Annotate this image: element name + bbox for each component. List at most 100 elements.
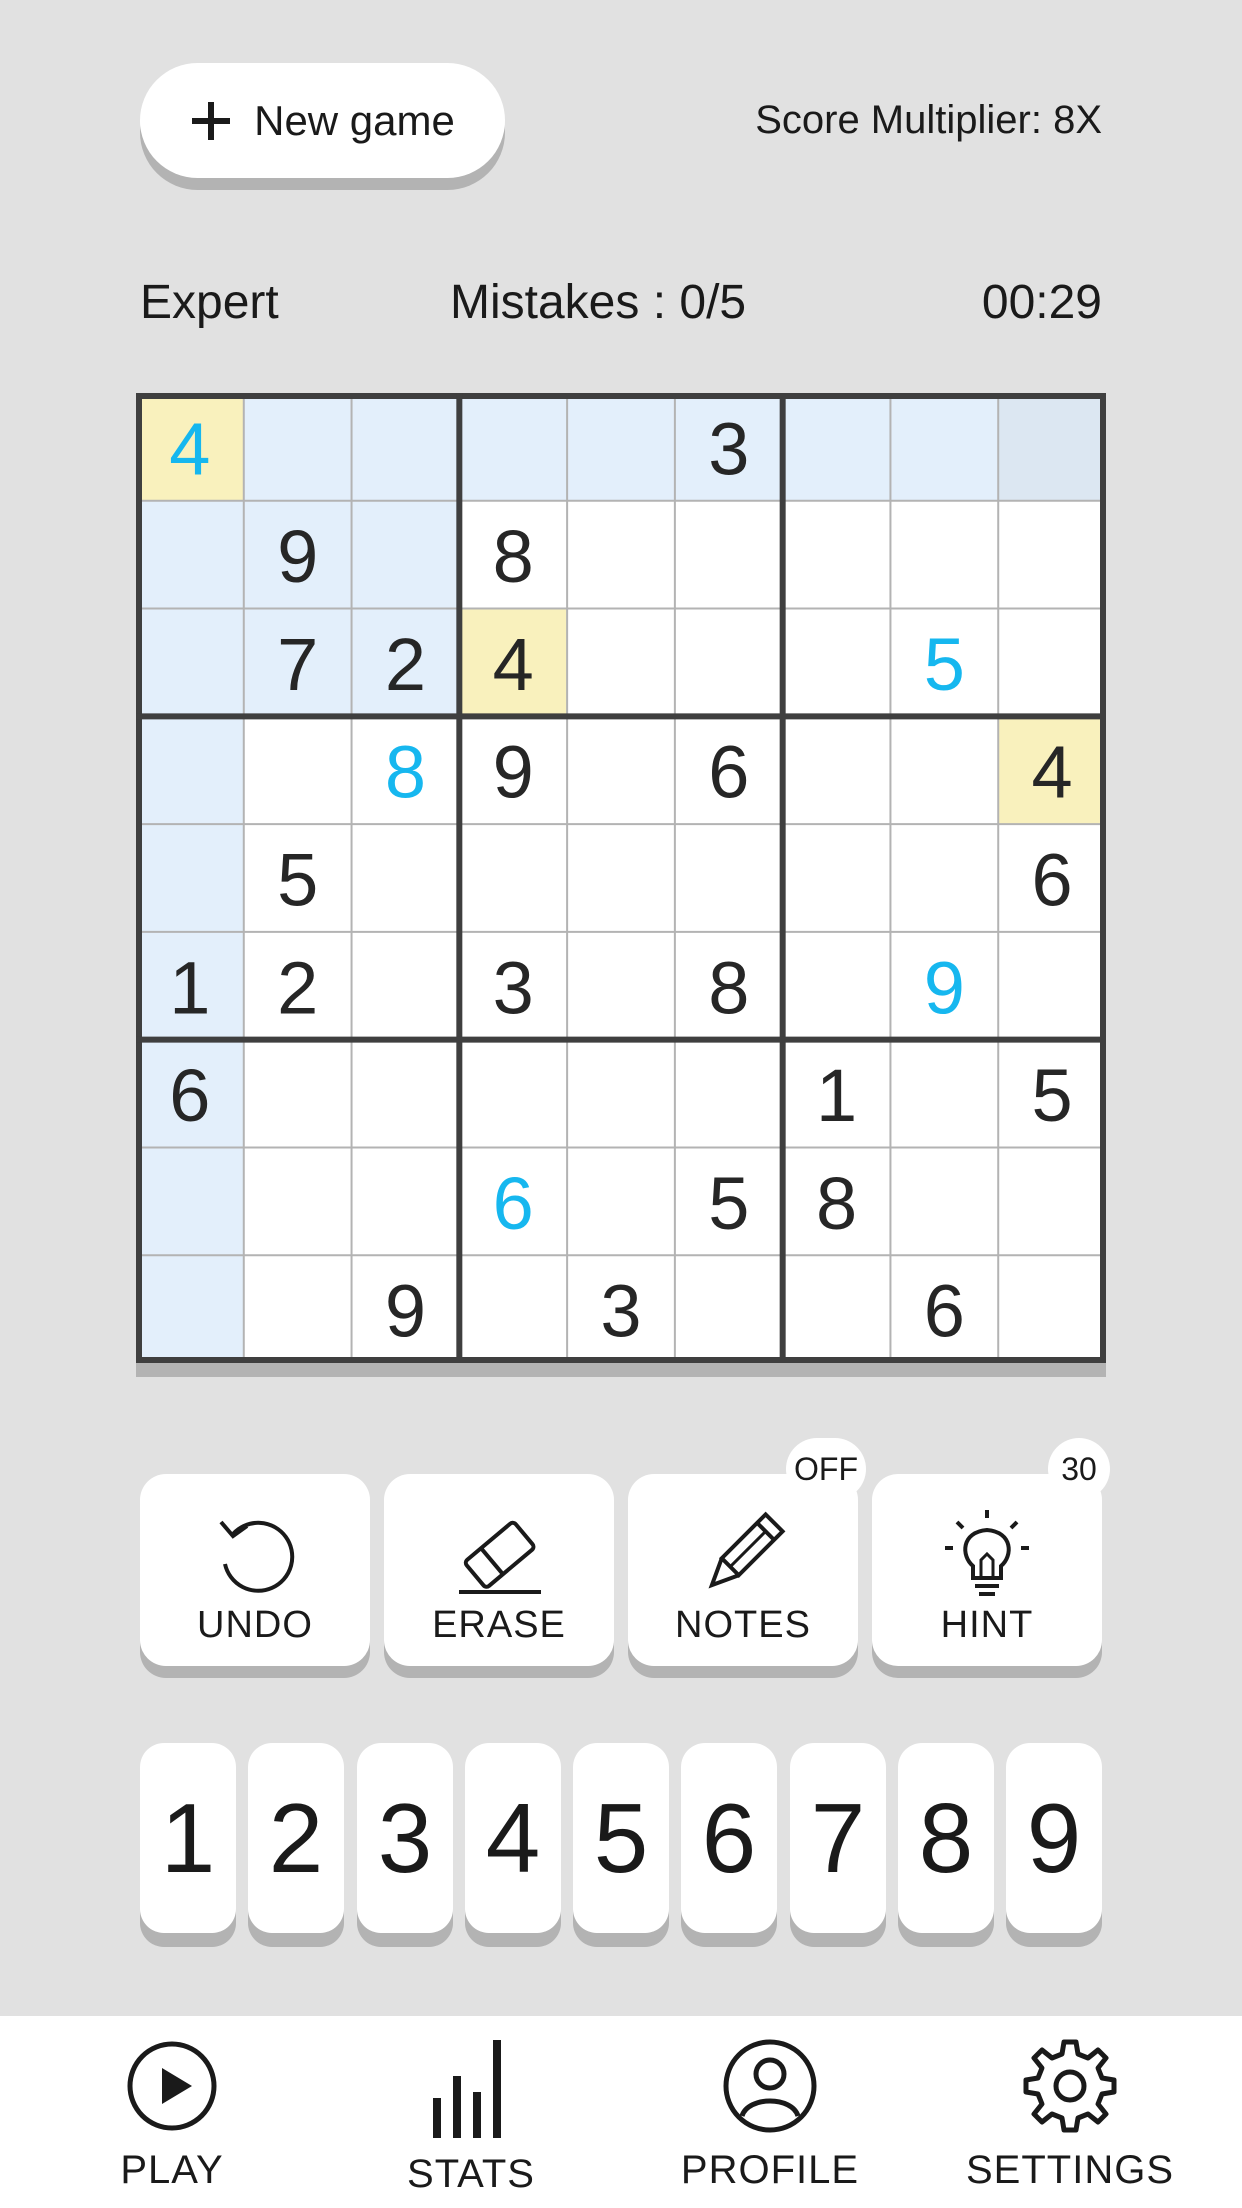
sudoku-cell[interactable] xyxy=(782,824,891,932)
erase-button[interactable]: ERASE xyxy=(384,1474,614,1666)
sudoku-cell[interactable] xyxy=(136,824,244,932)
sudoku-cell[interactable] xyxy=(890,716,999,825)
sudoku-cell[interactable] xyxy=(890,824,999,932)
erase-label: ERASE xyxy=(432,1604,566,1646)
sudoku-cell[interactable] xyxy=(567,931,675,1040)
cell-digit: 2 xyxy=(277,946,318,1029)
cell-digit: 3 xyxy=(600,1270,641,1353)
nav-settings-label: SETTINGS xyxy=(965,2148,1175,2192)
score-multiplier: Score Multiplier: 8X xyxy=(755,98,1102,142)
sudoku-cell[interactable] xyxy=(351,1039,460,1148)
mistakes-counter: Mistakes : 0/5 xyxy=(450,276,747,329)
sudoku-cell[interactable] xyxy=(998,1255,1106,1363)
sudoku-cell[interactable] xyxy=(136,1147,244,1256)
nav-stats[interactable]: STATS xyxy=(361,2036,581,2206)
numpad-key-5[interactable]: 5 xyxy=(573,1743,669,1933)
cell-digit: 8 xyxy=(816,1162,857,1245)
sudoku-cell[interactable] xyxy=(351,500,460,609)
numpad-key-2[interactable]: 2 xyxy=(248,1743,344,1933)
sudoku-cell[interactable] xyxy=(351,931,460,1040)
sudoku-cell[interactable] xyxy=(243,1147,352,1256)
sudoku-cell[interactable] xyxy=(998,931,1106,1040)
numpad-key-3[interactable]: 3 xyxy=(357,1743,453,1933)
sudoku-cell[interactable] xyxy=(890,1039,999,1148)
cell-digit: 1 xyxy=(169,946,210,1029)
notes-button[interactable]: NOTES OFF xyxy=(628,1438,866,1666)
bar-chart-icon xyxy=(433,2040,501,2138)
sudoku-cell[interactable] xyxy=(243,716,352,825)
sudoku-cell[interactable] xyxy=(567,1147,675,1256)
sudoku-cell[interactable] xyxy=(567,1039,675,1148)
cell-digit: 6 xyxy=(169,1054,210,1137)
hint-button[interactable]: HINT 30 xyxy=(872,1438,1110,1666)
undo-icon xyxy=(219,1520,295,1593)
sudoku-cell[interactable] xyxy=(782,393,891,501)
sudoku-cell[interactable] xyxy=(674,824,783,932)
sudoku-cell[interactable] xyxy=(136,608,244,717)
sudoku-cell[interactable] xyxy=(351,393,460,501)
sudoku-cell[interactable] xyxy=(136,1255,244,1363)
cell-digit: 5 xyxy=(277,839,318,922)
sudoku-cell[interactable] xyxy=(136,716,244,825)
sudoku-cell[interactable] xyxy=(782,608,891,717)
numpad-key-4[interactable]: 4 xyxy=(465,1743,561,1933)
sudoku-cell[interactable] xyxy=(243,1039,352,1148)
lightbulb-icon xyxy=(945,1510,1029,1596)
cell-digit: 4 xyxy=(493,623,534,706)
cell-digit: 6 xyxy=(924,1270,965,1353)
sudoku-cell[interactable] xyxy=(890,1147,999,1256)
numpad-key-7[interactable]: 7 xyxy=(790,1743,886,1933)
nav-settings[interactable]: SETTINGS xyxy=(960,2036,1180,2206)
sudoku-cell[interactable] xyxy=(459,1255,568,1363)
cell-digit: 9 xyxy=(924,946,965,1029)
sudoku-cell[interactable] xyxy=(998,393,1106,501)
sudoku-cell[interactable] xyxy=(890,393,999,501)
sudoku-cell[interactable] xyxy=(674,608,783,717)
user-icon xyxy=(723,2039,817,2133)
sudoku-cell[interactable] xyxy=(351,824,460,932)
cell-digit: 2 xyxy=(385,623,426,706)
cell-digit: 6 xyxy=(1032,839,1073,922)
cell-digit: 3 xyxy=(493,946,534,1029)
nav-stats-label: STATS xyxy=(407,2152,535,2196)
sudoku-cell[interactable] xyxy=(998,1147,1106,1256)
nav-profile[interactable]: PROFILE xyxy=(660,2036,880,2206)
sudoku-grid: 4 39 87 2 4 58 9 6 45 61 2 3 8 96 1 56 5 89 3 6 xyxy=(136,393,1106,1363)
numpad-key-9[interactable]: 9 xyxy=(1006,1743,1102,1933)
gear-icon xyxy=(1023,2039,1117,2133)
sudoku-cell[interactable] xyxy=(567,393,675,501)
undo-button[interactable]: UNDO xyxy=(140,1474,370,1666)
sudoku-cell[interactable] xyxy=(782,716,891,825)
notes-status-badge: OFF xyxy=(786,1438,866,1500)
numpad-key-6[interactable]: 6 xyxy=(681,1743,777,1933)
nav-play[interactable]: PLAY xyxy=(62,2036,282,2206)
sudoku-cell[interactable] xyxy=(136,500,244,609)
sudoku-cell[interactable] xyxy=(674,500,783,609)
sudoku-cell[interactable] xyxy=(243,1255,352,1363)
cell-digit: 5 xyxy=(924,623,965,706)
sudoku-cell[interactable] xyxy=(998,500,1106,609)
sudoku-cell[interactable] xyxy=(351,1147,460,1256)
sudoku-cell[interactable] xyxy=(567,716,675,825)
new-game-button[interactable]: New game xyxy=(140,63,505,178)
sudoku-cell[interactable] xyxy=(998,608,1106,717)
hint-count-badge: 30 xyxy=(1048,1438,1110,1500)
sudoku-cell[interactable] xyxy=(782,500,891,609)
sudoku-cell[interactable] xyxy=(567,608,675,717)
sudoku-cell[interactable] xyxy=(567,824,675,932)
numpad-key-1[interactable]: 1 xyxy=(140,1743,236,1933)
plus-icon xyxy=(192,101,231,140)
sudoku-cell[interactable] xyxy=(674,1255,783,1363)
sudoku-cell[interactable] xyxy=(674,1039,783,1148)
cell-digit: 4 xyxy=(169,407,210,490)
sudoku-cell[interactable] xyxy=(459,824,568,932)
numpad-key-8[interactable]: 8 xyxy=(898,1743,994,1933)
sudoku-cell[interactable] xyxy=(243,393,352,501)
sudoku-cell[interactable] xyxy=(890,500,999,609)
sudoku-cell[interactable] xyxy=(567,500,675,609)
sudoku-cell[interactable] xyxy=(782,1255,891,1363)
cell-digit: 4 xyxy=(1032,731,1073,814)
sudoku-cell[interactable] xyxy=(459,1039,568,1148)
sudoku-cell[interactable] xyxy=(782,931,891,1040)
sudoku-cell[interactable] xyxy=(459,393,568,501)
